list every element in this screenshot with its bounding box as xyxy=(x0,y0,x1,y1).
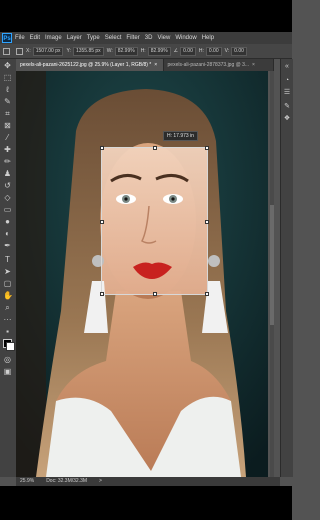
top-letterbox xyxy=(0,0,292,32)
transform-handle-bottom[interactable] xyxy=(153,292,157,296)
eraser-tool-icon[interactable]: ◇ xyxy=(3,193,12,202)
zoom-level[interactable]: 25.9% xyxy=(20,477,34,486)
default-colors-icon[interactable]: ▪ xyxy=(3,327,12,336)
x-label: X: xyxy=(26,48,31,54)
path-selection-tool-icon[interactable]: ➤ xyxy=(3,267,12,276)
tools-panel: ✥ ⬚ ℓ ✎ ⌗ ⊠ ⁄ ✚ ✏ ♟ ↺ ◇ ▭ ● ◐ ✒ T ➤ ▢ ✋ … xyxy=(0,59,17,477)
brush-tool-icon[interactable]: ✏ xyxy=(3,157,12,166)
doc-size: Doc: 32.3M/32.3M xyxy=(46,478,88,484)
close-icon[interactable]: × xyxy=(252,62,255,68)
healing-brush-tool-icon[interactable]: ✚ xyxy=(3,145,12,154)
status-bar: 25.9% Doc: 32.3M/32.3M > xyxy=(16,477,280,486)
screen-mode-icon[interactable]: ▣ xyxy=(3,367,12,376)
free-transform-box[interactable] xyxy=(100,146,209,296)
transform-handle-bottom-right[interactable] xyxy=(205,292,209,296)
transform-tool-icon[interactable] xyxy=(3,47,10,55)
menu-select[interactable]: Select xyxy=(105,35,122,41)
layers-panel-icon[interactable]: ❖ xyxy=(283,115,291,123)
marquee-tool-icon[interactable]: ⬚ xyxy=(3,73,12,82)
adjustments-panel-icon[interactable]: ✎ xyxy=(283,103,291,111)
blur-tool-icon[interactable]: ● xyxy=(3,217,12,226)
quick-mask-icon[interactable]: ◎ xyxy=(3,355,12,364)
move-tool-icon[interactable]: ✥ xyxy=(3,61,12,70)
quick-select-tool-icon[interactable]: ✎ xyxy=(3,97,12,106)
menu-filter[interactable]: Filter xyxy=(126,35,139,41)
x-field[interactable]: 1507.00 px xyxy=(32,46,64,56)
v-skew-label: V: xyxy=(224,48,230,54)
vertical-scroll-thumb[interactable] xyxy=(270,205,274,325)
transform-handle-top[interactable] xyxy=(153,146,157,150)
menu-3d[interactable]: 3D xyxy=(145,35,153,41)
photoshop-logo: Ps xyxy=(2,33,12,43)
h-skew-label: H: xyxy=(198,48,204,54)
height-field[interactable]: 82.99% xyxy=(147,46,171,56)
width-field[interactable]: 82.99% xyxy=(114,46,138,56)
y-label: Y: xyxy=(66,48,71,54)
angle-icon: ∠ xyxy=(173,48,179,54)
document-tabs: pexels-ali-pazani-2625122.jpg @ 25.9% (L… xyxy=(16,59,274,71)
history-brush-tool-icon[interactable]: ↺ xyxy=(3,181,12,190)
menu-view[interactable]: View xyxy=(157,35,170,41)
menu-window[interactable]: Window xyxy=(175,35,196,41)
transform-handle-bottom-left[interactable] xyxy=(100,292,104,296)
w-label: W: xyxy=(106,48,113,54)
gradient-tool-icon[interactable]: ▭ xyxy=(3,205,12,214)
collapse-panels-icon[interactable]: « xyxy=(283,63,291,71)
h-label: H: xyxy=(140,48,146,54)
tab-label: pexels-ali-pazani-2625122.jpg @ 25.9% (L… xyxy=(20,62,152,68)
menu-help[interactable]: Help xyxy=(202,35,214,41)
tab-document-2[interactable]: pexels-ali-pazani-2878373.jpg @ 3... × xyxy=(163,59,274,71)
y-field[interactable]: 1355.85 px xyxy=(72,46,104,56)
menu-layer[interactable]: Layer xyxy=(67,35,82,41)
crop-tool-icon[interactable]: ⌗ xyxy=(3,109,12,118)
v-skew-field[interactable]: 0.00 xyxy=(231,46,247,56)
clone-stamp-tool-icon[interactable]: ♟ xyxy=(3,169,12,178)
tab-label: pexels-ali-pazani-2878373.jpg @ 3... xyxy=(167,62,250,68)
menu-edit[interactable]: Edit xyxy=(30,35,40,41)
history-panel-icon[interactable]: ◔ xyxy=(283,77,291,85)
transform-handle-left[interactable] xyxy=(100,220,104,224)
pen-tool-icon[interactable]: ✒ xyxy=(3,241,12,250)
close-icon[interactable]: × xyxy=(154,62,157,68)
properties-panel-icon[interactable]: ☰ xyxy=(283,89,291,97)
zoom-tool-icon[interactable]: ⌕ xyxy=(3,303,12,312)
rectangle-tool-icon[interactable]: ▢ xyxy=(3,279,12,288)
transform-handle-top-left[interactable] xyxy=(100,146,104,150)
menu-file[interactable]: File xyxy=(15,35,25,41)
dodge-tool-icon[interactable]: ◐ xyxy=(3,229,12,238)
angle-field[interactable]: 0.00 xyxy=(180,46,196,56)
eyedropper-tool-icon[interactable]: ⁄ xyxy=(3,133,12,142)
reference-point-icon[interactable] xyxy=(16,47,23,55)
tab-document-1[interactable]: pexels-ali-pazani-2625122.jpg @ 25.9% (L… xyxy=(16,59,164,71)
type-tool-icon[interactable]: T xyxy=(3,255,12,264)
menu-bar: Ps File Edit Image Layer Type Select Fil… xyxy=(0,32,292,44)
bottom-letterbox xyxy=(0,486,292,520)
frame-tool-icon[interactable]: ⊠ xyxy=(3,121,12,130)
h-skew-field[interactable]: 0.00 xyxy=(205,46,222,56)
right-panel-dock: « ◔ ☰ ✎ ❖ xyxy=(280,59,293,477)
status-menu-arrow[interactable]: > xyxy=(99,477,102,486)
options-bar: X: 1507.00 px Y: 1355.85 px W: 82.99% H:… xyxy=(0,44,292,59)
background-color-swatch[interactable] xyxy=(6,342,15,351)
lasso-tool-icon[interactable]: ℓ xyxy=(3,85,12,94)
menu-image[interactable]: Image xyxy=(45,35,62,41)
transform-handle-top-right[interactable] xyxy=(205,146,209,150)
transform-tooltip: H: 17.973 in xyxy=(163,131,198,141)
more-tools-icon[interactable]: ··· xyxy=(3,315,12,324)
transform-handle-right[interactable] xyxy=(205,220,209,224)
menu-type[interactable]: Type xyxy=(87,35,100,41)
hand-tool-icon[interactable]: ✋ xyxy=(3,291,13,300)
